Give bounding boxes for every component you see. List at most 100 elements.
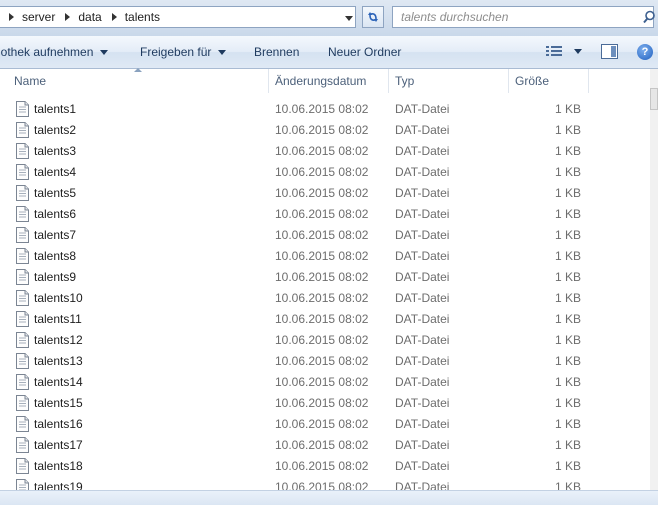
file-size: 1 KB: [554, 186, 581, 200]
file-type: DAT-Datei: [395, 333, 450, 347]
column-divider[interactable]: [268, 69, 269, 93]
address-bar[interactable]: server data talents: [0, 6, 356, 28]
file-size: 1 KB: [554, 312, 581, 326]
file-date: 10.06.2015 08:02: [275, 354, 369, 368]
file-name: talents9: [34, 270, 77, 284]
file-date: 10.06.2015 08:02: [275, 375, 369, 389]
file-size: 1 KB: [554, 375, 581, 389]
file-size: 1 KB: [554, 165, 581, 179]
file-name: talents16: [34, 417, 83, 431]
breadcrumb-separator-icon[interactable]: [9, 13, 14, 21]
breadcrumb-separator-icon[interactable]: [111, 13, 117, 21]
column-divider[interactable]: [388, 69, 389, 93]
file-icon: [16, 185, 29, 201]
file-size: 1 KB: [554, 291, 581, 305]
file-date: 10.06.2015 08:02: [275, 312, 369, 326]
table-row[interactable]: talents18 10.06.2015 08:02 DAT-Datei 1 KB: [0, 456, 650, 477]
file-name: talents6: [34, 207, 77, 221]
command-bar: iothek aufnehmen Freigeben für Brennen N…: [0, 36, 658, 69]
table-row[interactable]: talents9 10.06.2015 08:02 DAT-Datei 1 KB: [0, 267, 650, 288]
table-row[interactable]: talents15 10.06.2015 08:02 DAT-Datei 1 KB: [0, 393, 650, 414]
search-input[interactable]: talents durchsuchen: [401, 10, 508, 24]
file-icon: [16, 290, 29, 306]
file-type: DAT-Datei: [395, 249, 450, 263]
column-divider[interactable]: [588, 69, 589, 93]
table-row[interactable]: talents3 10.06.2015 08:02 DAT-Datei 1 KB: [0, 141, 650, 162]
file-name: talents15: [34, 396, 83, 410]
table-row[interactable]: talents4 10.06.2015 08:02 DAT-Datei 1 KB: [0, 162, 650, 183]
burn-button[interactable]: Brennen: [254, 36, 299, 68]
search-icon[interactable]: [643, 10, 657, 24]
breadcrumb-item-server[interactable]: server: [22, 10, 55, 24]
search-box[interactable]: talents durchsuchen: [392, 6, 657, 28]
column-header-date[interactable]: Änderungsdatum: [275, 69, 366, 93]
include-in-library-label: iothek aufnehmen: [0, 45, 94, 59]
file-date: 10.06.2015 08:02: [275, 207, 369, 221]
table-row[interactable]: talents8 10.06.2015 08:02 DAT-Datei 1 KB: [0, 246, 650, 267]
help-button[interactable]: ?: [637, 44, 653, 60]
table-row[interactable]: talents1 10.06.2015 08:02 DAT-Datei 1 KB: [0, 99, 650, 120]
status-bar: [0, 490, 658, 505]
file-name: talents14: [34, 375, 83, 389]
file-icon: [16, 311, 29, 327]
include-in-library-button[interactable]: iothek aufnehmen: [0, 36, 109, 68]
table-row[interactable]: talents2 10.06.2015 08:02 DAT-Datei 1 KB: [0, 120, 650, 141]
file-icon: [16, 332, 29, 348]
table-row[interactable]: talents17 10.06.2015 08:02 DAT-Datei 1 KB: [0, 435, 650, 456]
column-header-name-label: Name: [14, 74, 47, 88]
file-date: 10.06.2015 08:02: [275, 291, 369, 305]
table-row[interactable]: talents5 10.06.2015 08:02 DAT-Datei 1 KB: [0, 183, 650, 204]
file-name: talents10: [34, 291, 83, 305]
file-type: DAT-Datei: [395, 438, 450, 452]
address-bar-area: server data talents talents durchsuchen: [0, 0, 658, 37]
file-date: 10.06.2015 08:02: [275, 270, 369, 284]
breadcrumb: server data talents: [0, 10, 160, 24]
vertical-scrollbar[interactable]: [650, 69, 658, 504]
table-row[interactable]: talents10 10.06.2015 08:02 DAT-Datei 1 KB: [0, 288, 650, 309]
table-row[interactable]: talents7 10.06.2015 08:02 DAT-Datei 1 KB: [0, 225, 650, 246]
file-name: talents11: [34, 312, 82, 326]
table-row[interactable]: talents6 10.06.2015 08:02 DAT-Datei 1 KB: [0, 204, 650, 225]
file-type: DAT-Datei: [395, 228, 450, 242]
file-icon: [16, 395, 29, 411]
file-type: DAT-Datei: [395, 417, 450, 431]
file-type: DAT-Datei: [395, 144, 450, 158]
table-row[interactable]: talents14 10.06.2015 08:02 DAT-Datei 1 KB: [0, 372, 650, 393]
file-name: talents18: [34, 459, 83, 473]
file-type: DAT-Datei: [395, 312, 450, 326]
help-icon: ?: [641, 46, 649, 58]
refresh-button[interactable]: [362, 6, 384, 28]
file-size: 1 KB: [554, 123, 581, 137]
sort-ascending-icon: [134, 68, 142, 72]
column-header-name[interactable]: Name: [14, 69, 46, 93]
file-icon: [16, 458, 29, 474]
scrollbar-thumb[interactable]: [650, 88, 658, 110]
burn-label: Brennen: [254, 45, 300, 59]
file-type: DAT-Datei: [395, 354, 450, 368]
table-row[interactable]: talents16 10.06.2015 08:02 DAT-Datei 1 KB: [0, 414, 650, 435]
file-size: 1 KB: [554, 459, 581, 473]
new-folder-label: Neuer Ordner: [328, 45, 402, 59]
address-history-dropdown[interactable]: [340, 8, 357, 28]
preview-pane-button[interactable]: [601, 44, 618, 59]
file-size: 1 KB: [554, 144, 581, 158]
change-view-button[interactable]: [546, 45, 582, 57]
table-row[interactable]: talents11 10.06.2015 08:02 DAT-Datei 1 KB: [0, 309, 650, 330]
new-folder-button[interactable]: Neuer Ordner: [328, 36, 401, 68]
file-icon: [16, 227, 29, 243]
column-header-type[interactable]: Typ: [395, 69, 414, 93]
table-row[interactable]: talents12 10.06.2015 08:02 DAT-Datei 1 KB: [0, 330, 650, 351]
file-name: talents13: [34, 354, 83, 368]
column-header-size[interactable]: Größe: [515, 69, 549, 93]
breadcrumb-item-data[interactable]: data: [78, 10, 101, 24]
table-row[interactable]: talents13 10.06.2015 08:02 DAT-Datei 1 KB: [0, 351, 650, 372]
column-divider[interactable]: [508, 69, 509, 93]
column-header-type-label: Typ: [395, 74, 415, 88]
share-with-button[interactable]: Freigeben für: [140, 36, 227, 68]
file-icon: [16, 416, 29, 432]
column-header: Name Änderungsdatum Typ Größe: [0, 68, 658, 93]
breadcrumb-item-talents[interactable]: talents: [125, 10, 160, 24]
file-type: DAT-Datei: [395, 375, 450, 389]
breadcrumb-separator-icon[interactable]: [65, 13, 71, 21]
file-type: DAT-Datei: [395, 396, 450, 410]
